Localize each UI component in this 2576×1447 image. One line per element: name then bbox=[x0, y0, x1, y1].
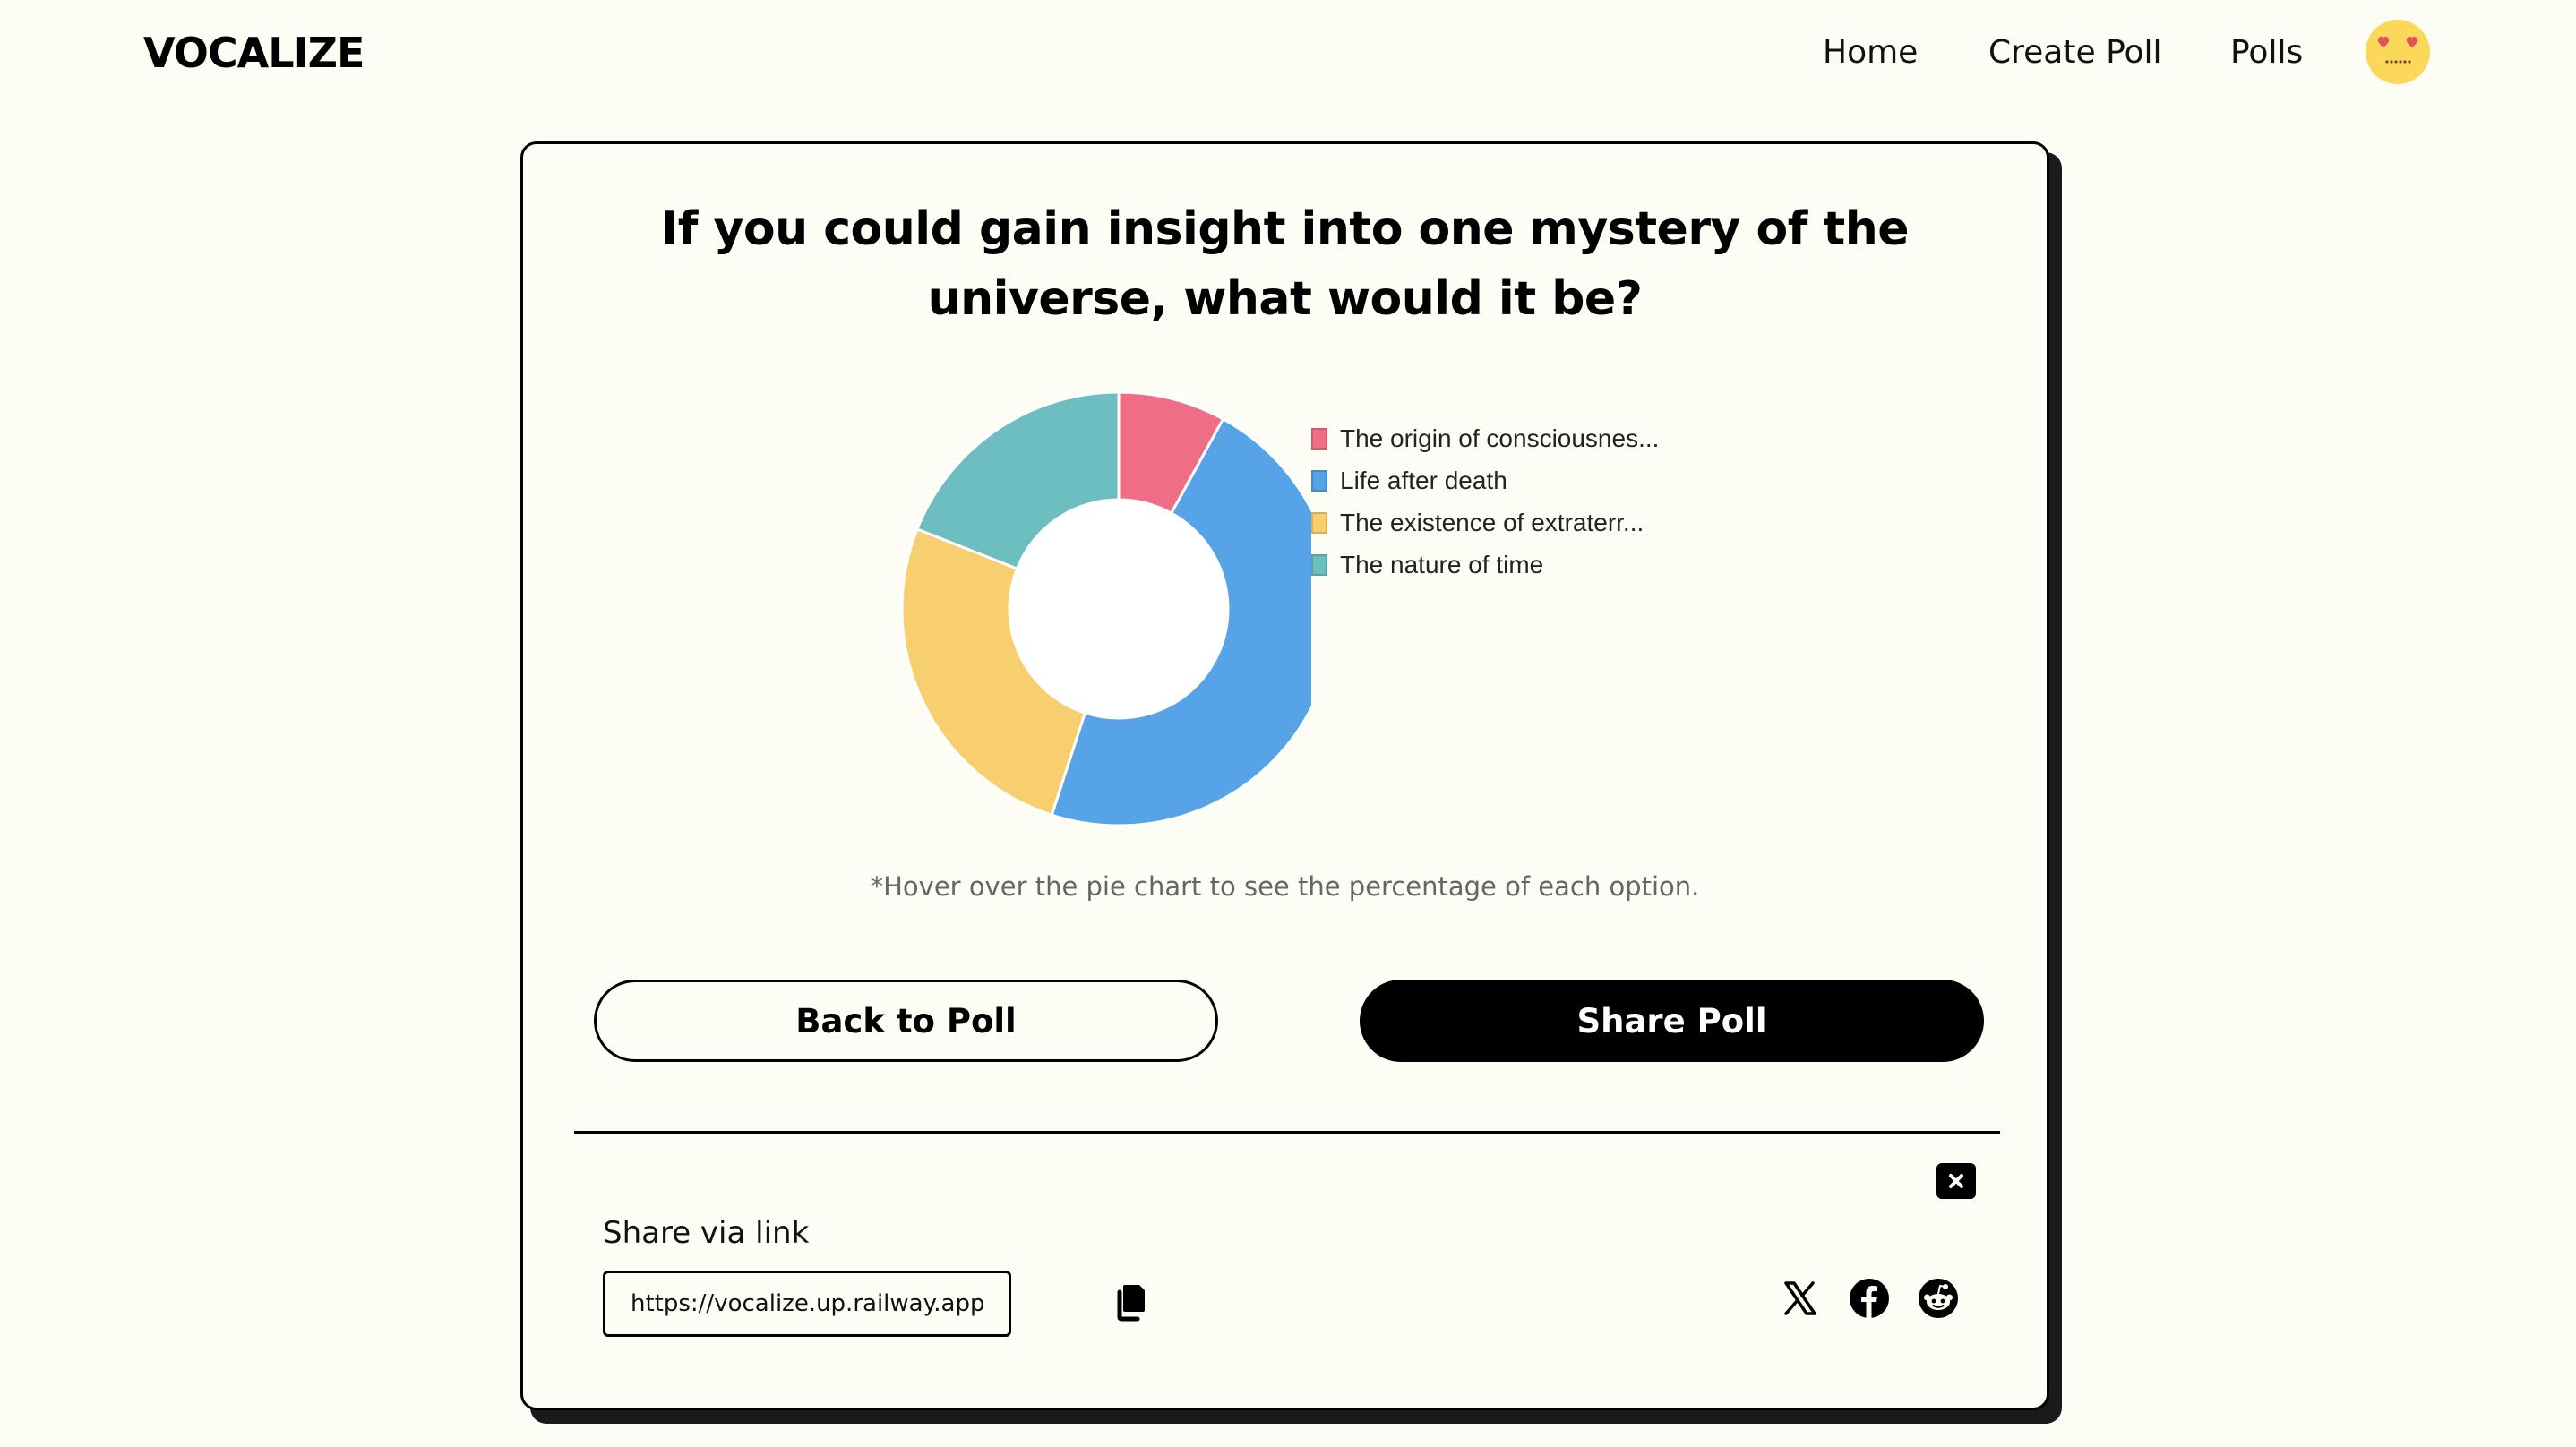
reddit-icon[interactable] bbox=[1914, 1274, 1962, 1323]
share-link-input[interactable] bbox=[603, 1271, 1011, 1337]
legend-swatch bbox=[1311, 427, 1327, 450]
legend-item[interactable]: The nature of time bbox=[1311, 544, 1659, 586]
poll-results-card: If you could gain insight into one myste… bbox=[520, 141, 2049, 1410]
copy-icon[interactable] bbox=[1112, 1281, 1150, 1323]
legend-swatch bbox=[1311, 511, 1327, 534]
divider bbox=[574, 1131, 2000, 1134]
share-via-link-label: Share via link bbox=[603, 1215, 810, 1251]
share-poll-button[interactable]: Share Poll bbox=[1360, 980, 1984, 1062]
legend-label: Life after death bbox=[1340, 466, 1507, 494]
heart-eyes-emoji-icon bbox=[2377, 36, 2418, 64]
legend-label: The origin of consciousnes... bbox=[1340, 424, 1660, 452]
legend-swatch bbox=[1311, 469, 1327, 492]
legend-label: The nature of time bbox=[1340, 550, 1544, 578]
back-to-poll-button[interactable]: Back to Poll bbox=[594, 980, 1218, 1062]
legend-item[interactable]: The existence of extraterr... bbox=[1311, 501, 1659, 544]
avatar[interactable] bbox=[2366, 20, 2430, 84]
legend-swatch bbox=[1311, 553, 1327, 576]
nav-create-poll[interactable]: Create Poll bbox=[1988, 27, 2162, 79]
legend-item[interactable]: Life after death bbox=[1311, 459, 1659, 501]
donut-hole bbox=[1009, 500, 1228, 718]
poll-question: If you could gain insight into one myste… bbox=[660, 202, 1910, 326]
x-icon[interactable] bbox=[1775, 1274, 1824, 1323]
main-nav: Home Create Poll Polls bbox=[0, 27, 2576, 79]
nav-home[interactable]: Home bbox=[1823, 27, 1918, 79]
close-share-button[interactable] bbox=[1936, 1163, 1976, 1199]
close-icon bbox=[1949, 1174, 1963, 1188]
donut-chart[interactable] bbox=[863, 377, 1311, 843]
nav-polls[interactable]: Polls bbox=[2230, 27, 2303, 79]
facebook-icon[interactable] bbox=[1845, 1274, 1893, 1323]
legend-label: The existence of extraterr... bbox=[1340, 508, 1644, 536]
chart-legend: The origin of consciousnes... Life after … bbox=[1311, 417, 1659, 586]
legend-item[interactable]: The origin of consciousnes... bbox=[1311, 417, 1659, 459]
results-chart[interactable]: The origin of consciousnes... Life after … bbox=[863, 377, 1759, 843]
chart-hint: *Hover over the pie chart to see the per… bbox=[870, 871, 1700, 902]
